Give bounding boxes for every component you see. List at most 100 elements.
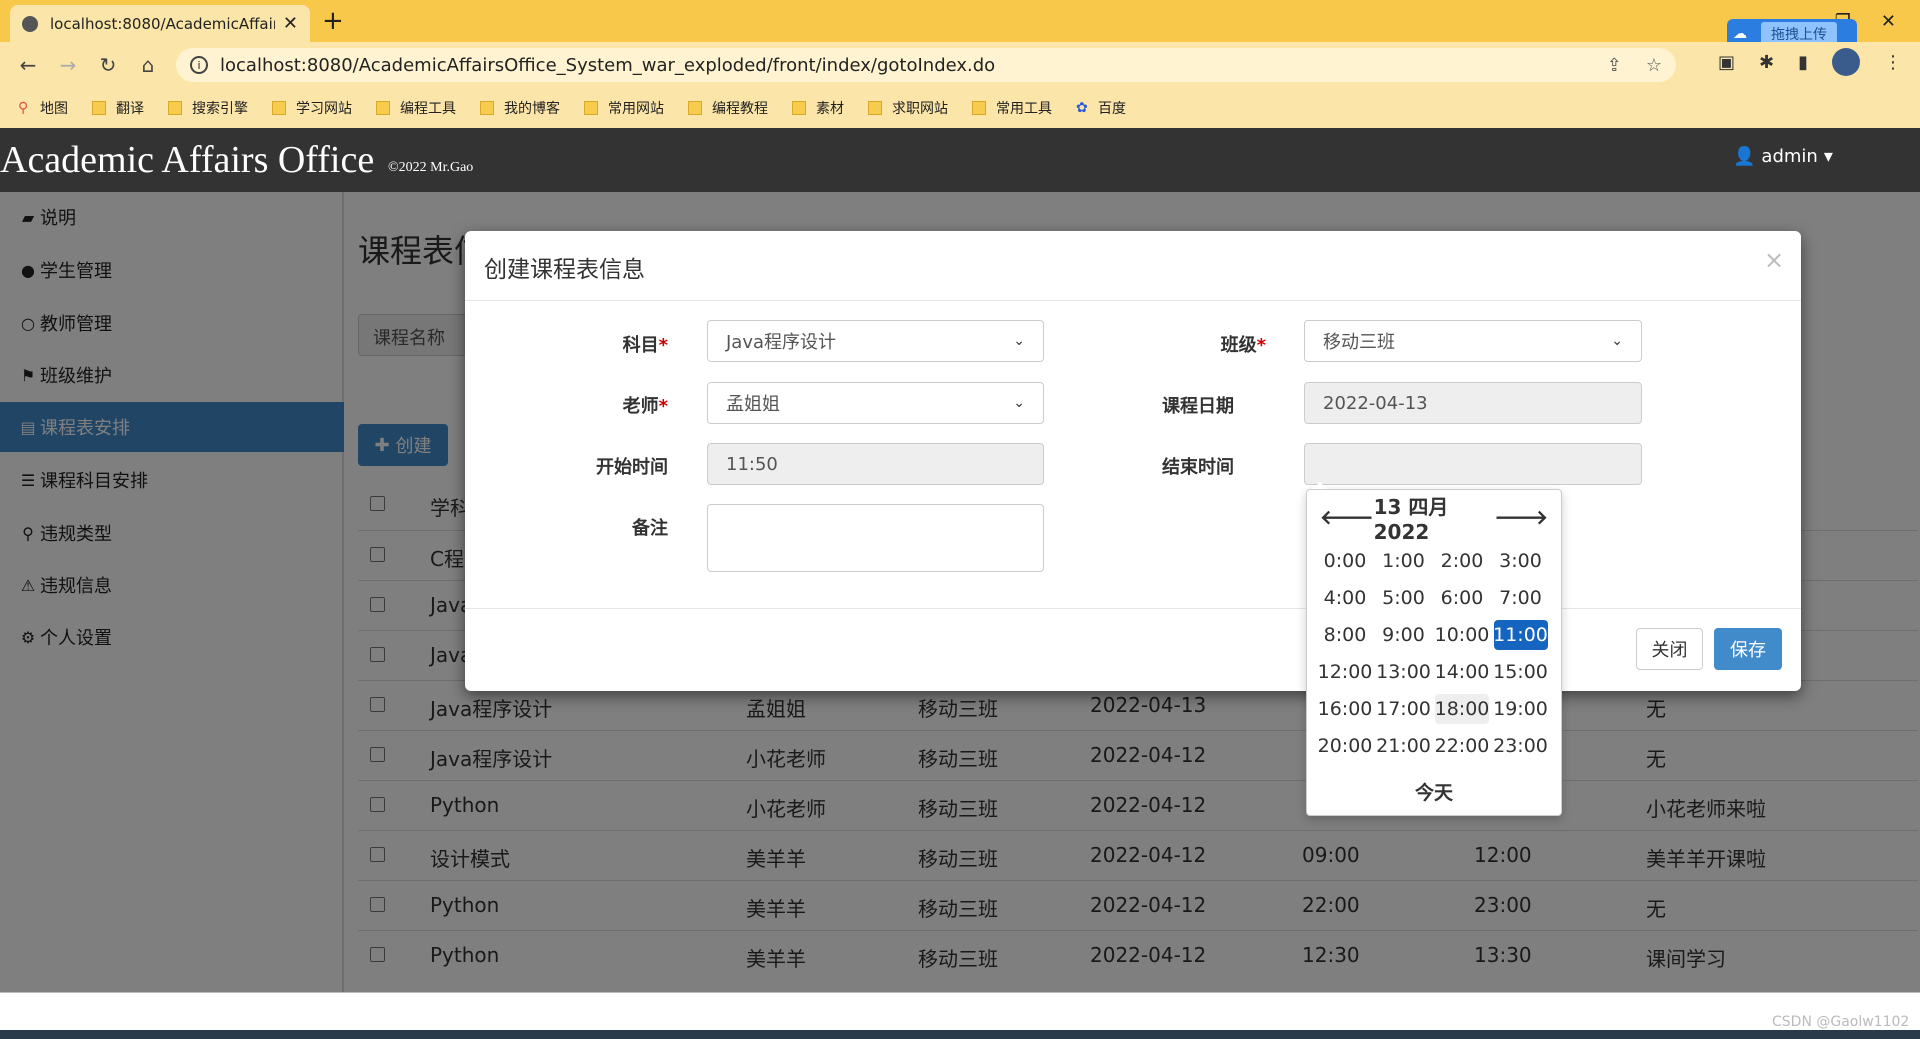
hour-option[interactable]: 5:00 xyxy=(1377,583,1431,613)
bookmark-item[interactable]: 常用工具 xyxy=(972,98,1052,118)
bookmark-item[interactable]: ✿ 百度 xyxy=(1076,98,1126,118)
bookmark-item[interactable]: 搜索引擎 xyxy=(168,98,248,118)
hour-option[interactable]: 18:00 xyxy=(1435,694,1489,724)
save-button[interactable]: 保存 xyxy=(1714,628,1782,670)
folder-icon xyxy=(868,101,882,115)
extensions-area: ▣ ✱ ▮ ⋮ xyxy=(1718,48,1902,76)
folder-icon xyxy=(688,101,702,115)
hour-option[interactable]: 22:00 xyxy=(1435,731,1490,761)
teacher-select[interactable]: 孟姐姐 ⌄ xyxy=(707,382,1044,424)
date-label: 课程日期 xyxy=(1162,396,1234,417)
share-icon[interactable]: ⇪ xyxy=(1607,55,1622,76)
date-field[interactable]: 2022-04-13 xyxy=(1304,382,1642,424)
url-text: localhost:8080/AcademicAffairsOffice_Sys… xyxy=(220,54,996,76)
bookmark-item[interactable]: 翻译 xyxy=(92,98,144,118)
hour-option[interactable]: 13:00 xyxy=(1376,657,1431,687)
sidepanel-icon[interactable]: ▮ xyxy=(1798,52,1808,73)
bookmark-label: 我的博客 xyxy=(504,101,560,117)
bookmark-item[interactable]: 求职网站 xyxy=(868,98,948,118)
hour-option[interactable]: 7:00 xyxy=(1494,583,1548,613)
close-window-icon[interactable]: ✕ xyxy=(1881,11,1896,32)
hour-option[interactable]: 6:00 xyxy=(1435,583,1489,613)
hour-option[interactable]: 9:00 xyxy=(1377,620,1431,650)
picker-title[interactable]: 13 四月 2022 xyxy=(1374,491,1495,544)
subject-label: 科目* xyxy=(622,335,668,356)
hour-option[interactable]: 12:00 xyxy=(1318,657,1373,687)
bookmark-label: 编程工具 xyxy=(400,101,456,117)
hour-option[interactable]: 19:00 xyxy=(1493,694,1548,724)
teacher-value: 孟姐姐 xyxy=(726,394,780,415)
hour-option[interactable]: 0:00 xyxy=(1318,546,1372,576)
modal-title: 创建课程表信息 xyxy=(484,257,645,283)
bookmark-item[interactable]: 编程工具 xyxy=(376,98,456,118)
remark-textarea[interactable] xyxy=(707,504,1044,572)
folder-icon xyxy=(92,101,106,115)
hour-option[interactable]: 21:00 xyxy=(1376,731,1431,761)
class-select[interactable]: 移动三班 ⌄ xyxy=(1304,320,1642,362)
hour-option[interactable]: 3:00 xyxy=(1494,546,1548,576)
close-button[interactable]: 关闭 xyxy=(1636,628,1703,670)
browser-tab[interactable]: localhost:8080/AcademicAffair ✕ xyxy=(10,5,310,42)
next-arrow-icon[interactable]: 🡒 xyxy=(1494,505,1548,529)
hour-option[interactable]: 14:00 xyxy=(1435,657,1490,687)
kebab-menu-icon[interactable]: ⋮ xyxy=(1884,52,1902,73)
picker-header: 🡐 13 四月 2022 🡒 xyxy=(1306,495,1562,544)
bookmarks-bar: ⚲ 地图 翻译 搜索引擎 学习网站 编程工具 我的博客 常用网站 编程教程 素材 … xyxy=(0,88,1920,128)
hour-option[interactable]: 8:00 xyxy=(1318,620,1372,650)
bookmark-item[interactable]: ⚲ 地图 xyxy=(18,98,68,118)
close-icon[interactable]: × xyxy=(1764,246,1784,274)
close-tab-icon[interactable]: ✕ xyxy=(283,13,298,34)
info-icon[interactable]: i xyxy=(190,56,208,74)
prev-arrow-icon[interactable]: 🡐 xyxy=(1320,505,1374,529)
today-button[interactable]: 今天 xyxy=(1306,778,1562,805)
extension-icon[interactable]: ▣ xyxy=(1718,52,1735,73)
bookmark-label: 求职网站 xyxy=(892,101,948,117)
hour-option[interactable]: 10:00 xyxy=(1435,620,1490,650)
reload-icon[interactable]: ↻ xyxy=(88,53,128,77)
bookmark-item[interactable]: 素材 xyxy=(792,98,844,118)
address-bar[interactable]: i localhost:8080/AcademicAffairsOffice_S… xyxy=(176,48,1676,82)
app-brand[interactable]: Academic Affairs Office xyxy=(0,138,374,182)
hour-option[interactable]: 4:00 xyxy=(1318,583,1372,613)
end-time-field[interactable] xyxy=(1304,443,1642,485)
folder-icon xyxy=(272,101,286,115)
bookmark-item[interactable]: 学习网站 xyxy=(272,98,352,118)
profile-avatar[interactable] xyxy=(1832,48,1861,76)
hour-option[interactable]: 1:00 xyxy=(1377,546,1431,576)
hour-option[interactable]: 2:00 xyxy=(1435,546,1489,576)
hour-option[interactable]: 23:00 xyxy=(1493,731,1548,761)
bookmark-item[interactable]: 我的博客 xyxy=(480,98,560,118)
start-time-field[interactable]: 11:50 xyxy=(707,443,1044,485)
folder-icon xyxy=(168,101,182,115)
hour-option[interactable]: 16:00 xyxy=(1318,694,1373,724)
remark-label: 备注 xyxy=(632,518,668,539)
bookmark-item[interactable]: 常用网站 xyxy=(584,98,664,118)
picker-arrow xyxy=(1313,482,1327,489)
modal-divider xyxy=(465,608,1801,609)
end-time-label: 结束时间 xyxy=(1162,457,1234,478)
hour-option[interactable]: 15:00 xyxy=(1493,657,1548,687)
bookmark-label: 常用网站 xyxy=(608,101,664,117)
puzzle-icon[interactable]: ✱ xyxy=(1759,52,1774,73)
folder-icon xyxy=(972,101,986,115)
back-icon[interactable]: ← xyxy=(8,53,48,77)
hour-option[interactable]: 11:00 xyxy=(1493,620,1548,650)
globe-icon xyxy=(22,15,38,32)
new-tab-button[interactable]: + xyxy=(322,6,344,36)
subject-select[interactable]: Java程序设计 ⌄ xyxy=(707,320,1044,362)
folder-icon xyxy=(480,101,494,115)
forward-icon[interactable]: → xyxy=(48,53,88,77)
bookmark-label: 地图 xyxy=(40,101,68,117)
hour-option[interactable]: 20:00 xyxy=(1318,731,1373,761)
modal-divider xyxy=(465,300,1801,301)
subject-value: Java程序设计 xyxy=(726,332,837,353)
map-pin-icon: ⚲ xyxy=(18,100,29,116)
bookmark-label: 百度 xyxy=(1098,101,1126,117)
star-icon[interactable]: ☆ xyxy=(1646,55,1662,76)
user-menu[interactable]: 👤 admin ▾ xyxy=(1733,146,1833,167)
hour-option[interactable]: 17:00 xyxy=(1376,694,1431,724)
chevron-down-icon: ⌄ xyxy=(1611,333,1623,349)
home-icon[interactable]: ⌂ xyxy=(128,53,168,77)
start-time-value: 11:50 xyxy=(726,453,778,475)
bookmark-item[interactable]: 编程教程 xyxy=(688,98,768,118)
